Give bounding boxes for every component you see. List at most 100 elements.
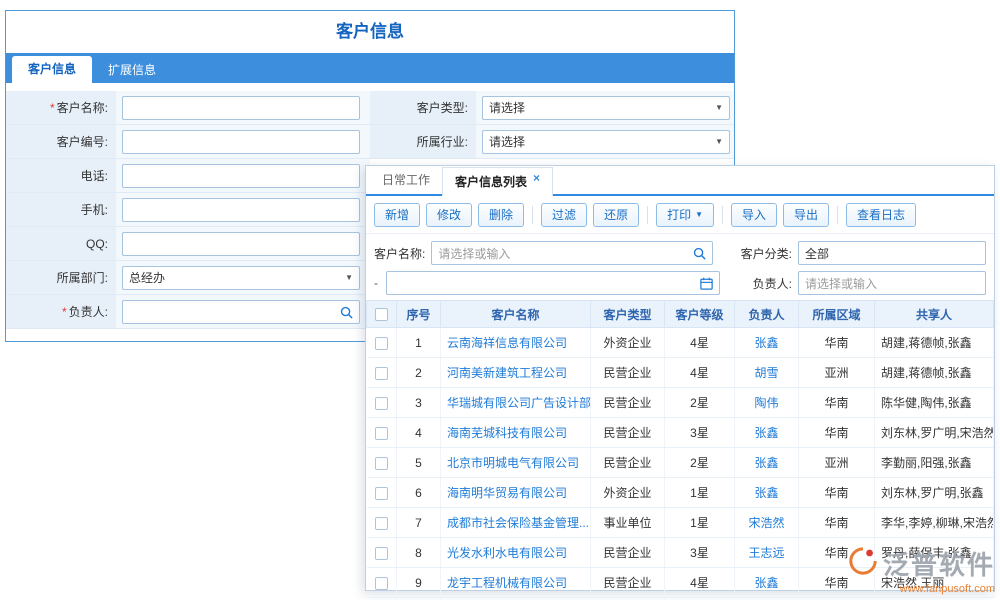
form-field-input[interactable] xyxy=(122,232,360,256)
cell-owner[interactable]: 胡雪 xyxy=(735,358,799,388)
filter-owner-label: 负责人: xyxy=(728,275,792,292)
filter-category-input[interactable]: 全部 xyxy=(798,241,986,265)
date-input[interactable] xyxy=(386,271,720,295)
cell-owner[interactable]: 陶伟 xyxy=(735,388,799,418)
calendar-icon[interactable] xyxy=(699,276,714,291)
toolbar-button[interactable]: 修改 xyxy=(426,203,472,227)
form-field-input[interactable] xyxy=(122,164,360,188)
row-checkbox[interactable] xyxy=(375,517,388,530)
form-field-row: * 客户类型: 请选择 ▼ xyxy=(370,91,734,125)
cell-checkbox xyxy=(367,388,397,418)
cell-customer-name[interactable]: 海南明华贸易有限公司 xyxy=(441,478,591,508)
form-field-input[interactable]: 请选择 ▼ xyxy=(482,130,730,154)
cell-owner[interactable]: 张鑫 xyxy=(735,328,799,358)
filter-customer-name-input[interactable]: 请选择或输入 xyxy=(431,241,713,265)
table-row[interactable]: 5 北京市明城电气有限公司 民营企业 2星 张鑫 亚洲 李勤丽,阳强,张鑫 xyxy=(367,448,994,478)
form-field-label: * 客户类型: xyxy=(370,91,476,124)
search-icon[interactable] xyxy=(692,246,707,261)
tab-daily-work-label: 日常工作 xyxy=(382,173,430,187)
form-field-control: 请选择 ▼ xyxy=(476,91,734,124)
form-field-input[interactable] xyxy=(122,198,360,222)
form-field-input[interactable]: 请选择 ▼ xyxy=(482,96,730,120)
toolbar-divider xyxy=(532,206,533,224)
cell-shared: 胡建,蒋德帧,张鑫 xyxy=(875,358,994,388)
form-field-input[interactable] xyxy=(122,96,360,120)
tab-customer-info-list[interactable]: 客户信息列表× xyxy=(442,167,553,196)
table-row[interactable]: 4 海南芜城科技有限公司 民营企业 3星 张鑫 华南 刘东林,罗广明,宋浩然,张… xyxy=(367,418,994,448)
filter-customer-name-label: 客户名称: xyxy=(374,245,425,262)
select-all-checkbox[interactable] xyxy=(375,308,388,321)
cell-customer-level: 4星 xyxy=(665,358,735,388)
watermark: 泛普软件 www.fanpusoft.com xyxy=(848,545,995,595)
cell-checkbox xyxy=(367,538,397,568)
cell-shared: 刘东林,罗广明,宋浩然,张鑫 xyxy=(875,418,994,448)
cell-no: 4 xyxy=(397,418,441,448)
toolbar-button-label: 过滤 xyxy=(552,206,576,223)
row-checkbox[interactable] xyxy=(375,367,388,380)
toolbar-button[interactable]: 删除 xyxy=(478,203,524,227)
toolbar-button[interactable]: 新增 xyxy=(374,203,420,227)
row-checkbox[interactable] xyxy=(375,397,388,410)
toolbar-button[interactable]: 查看日志 xyxy=(846,203,916,227)
cell-customer-name[interactable]: 海南芜城科技有限公司 xyxy=(441,418,591,448)
form-field-label-text: 手机: xyxy=(81,201,108,218)
form-right-column: * 客户类型: 请选择 ▼ * 所属行业: 请选择 ▼ xyxy=(370,91,734,159)
chevron-down-icon[interactable]: ▼ xyxy=(345,273,353,282)
chevron-down-icon[interactable]: ▼ xyxy=(715,137,723,146)
cell-customer-name[interactable]: 成都市社会保险基金管理... xyxy=(441,508,591,538)
chevron-down-icon[interactable]: ▼ xyxy=(695,210,703,219)
table-row[interactable]: 6 海南明华贸易有限公司 外资企业 1星 张鑫 华南 刘东林,罗广明,张鑫 xyxy=(367,478,994,508)
form-field-input[interactable] xyxy=(122,130,360,154)
form-field-label: * 所属部门: xyxy=(6,261,116,294)
tab-customer-info[interactable]: 客户信息 xyxy=(12,56,92,83)
row-checkbox[interactable] xyxy=(375,547,388,560)
list-tab-bar: 日常工作 客户信息列表× xyxy=(366,166,994,196)
cell-customer-name[interactable]: 龙宇工程机械有限公司 xyxy=(441,568,591,598)
tab-extended-info[interactable]: 扩展信息 xyxy=(92,57,172,83)
table-row[interactable]: 1 云南海祥信息有限公司 外资企业 4星 张鑫 华南 胡建,蒋德帧,张鑫 xyxy=(367,328,994,358)
cell-customer-name[interactable]: 华瑞城有限公司广告设计部 xyxy=(441,388,591,418)
table-row[interactable]: 3 华瑞城有限公司广告设计部 民营企业 2星 陶伟 华南 陈华健,陶伟,张鑫 xyxy=(367,388,994,418)
cell-owner[interactable]: 王志远 xyxy=(735,538,799,568)
filter-owner-input[interactable]: 请选择或输入 xyxy=(798,271,986,295)
table-row[interactable]: 7 成都市社会保险基金管理... 事业单位 1星 宋浩然 华南 李华,李婷,柳琳… xyxy=(367,508,994,538)
cell-owner[interactable]: 张鑫 xyxy=(735,568,799,598)
search-icon[interactable] xyxy=(339,305,354,320)
row-checkbox[interactable] xyxy=(375,457,388,470)
toolbar-button[interactable]: 过滤 xyxy=(541,203,587,227)
cell-customer-type: 民营企业 xyxy=(591,448,665,478)
form-field-label: * 电话: xyxy=(6,159,116,192)
cell-owner[interactable]: 宋浩然 xyxy=(735,508,799,538)
cell-customer-name[interactable]: 光发水利水电有限公司 xyxy=(441,538,591,568)
cell-owner[interactable]: 张鑫 xyxy=(735,448,799,478)
table-row[interactable]: 2 河南美新建筑工程公司 民营企业 4星 胡雪 亚洲 胡建,蒋德帧,张鑫 xyxy=(367,358,994,388)
form-field-label: * 手机: xyxy=(6,193,116,226)
toolbar-button[interactable]: 导入 xyxy=(731,203,777,227)
tab-daily-work[interactable]: 日常工作 xyxy=(370,167,442,194)
toolbar-button[interactable]: 打印 ▼ xyxy=(656,203,714,227)
form-field-label-text: 客户类型: xyxy=(417,99,468,116)
chevron-down-icon[interactable]: ▼ xyxy=(715,103,723,112)
toolbar-button[interactable]: 导出 xyxy=(783,203,829,227)
cell-no: 1 xyxy=(397,328,441,358)
close-icon[interactable]: × xyxy=(533,171,540,185)
row-checkbox[interactable] xyxy=(375,337,388,350)
form-field-control xyxy=(116,159,370,192)
brand-logo-icon xyxy=(848,546,878,581)
cell-checkbox xyxy=(367,448,397,478)
row-checkbox[interactable] xyxy=(375,427,388,440)
row-checkbox[interactable] xyxy=(375,577,388,590)
cell-customer-name[interactable]: 云南海祥信息有限公司 xyxy=(441,328,591,358)
toolbar-button-label: 导出 xyxy=(794,206,818,223)
form-field-label-text: 客户名称: xyxy=(57,99,108,116)
cell-owner[interactable]: 张鑫 xyxy=(735,418,799,448)
form-field-row: * 负责人: xyxy=(6,295,370,329)
toolbar-button[interactable]: 还原 xyxy=(593,203,639,227)
cell-customer-name[interactable]: 北京市明城电气有限公司 xyxy=(441,448,591,478)
form-field-input[interactable]: 总经办 ▼ xyxy=(122,266,360,290)
row-checkbox[interactable] xyxy=(375,487,388,500)
form-field-control: 请选择 ▼ xyxy=(476,125,734,158)
cell-owner[interactable]: 张鑫 xyxy=(735,478,799,508)
form-field-input[interactable] xyxy=(122,300,360,324)
cell-customer-name[interactable]: 河南美新建筑工程公司 xyxy=(441,358,591,388)
